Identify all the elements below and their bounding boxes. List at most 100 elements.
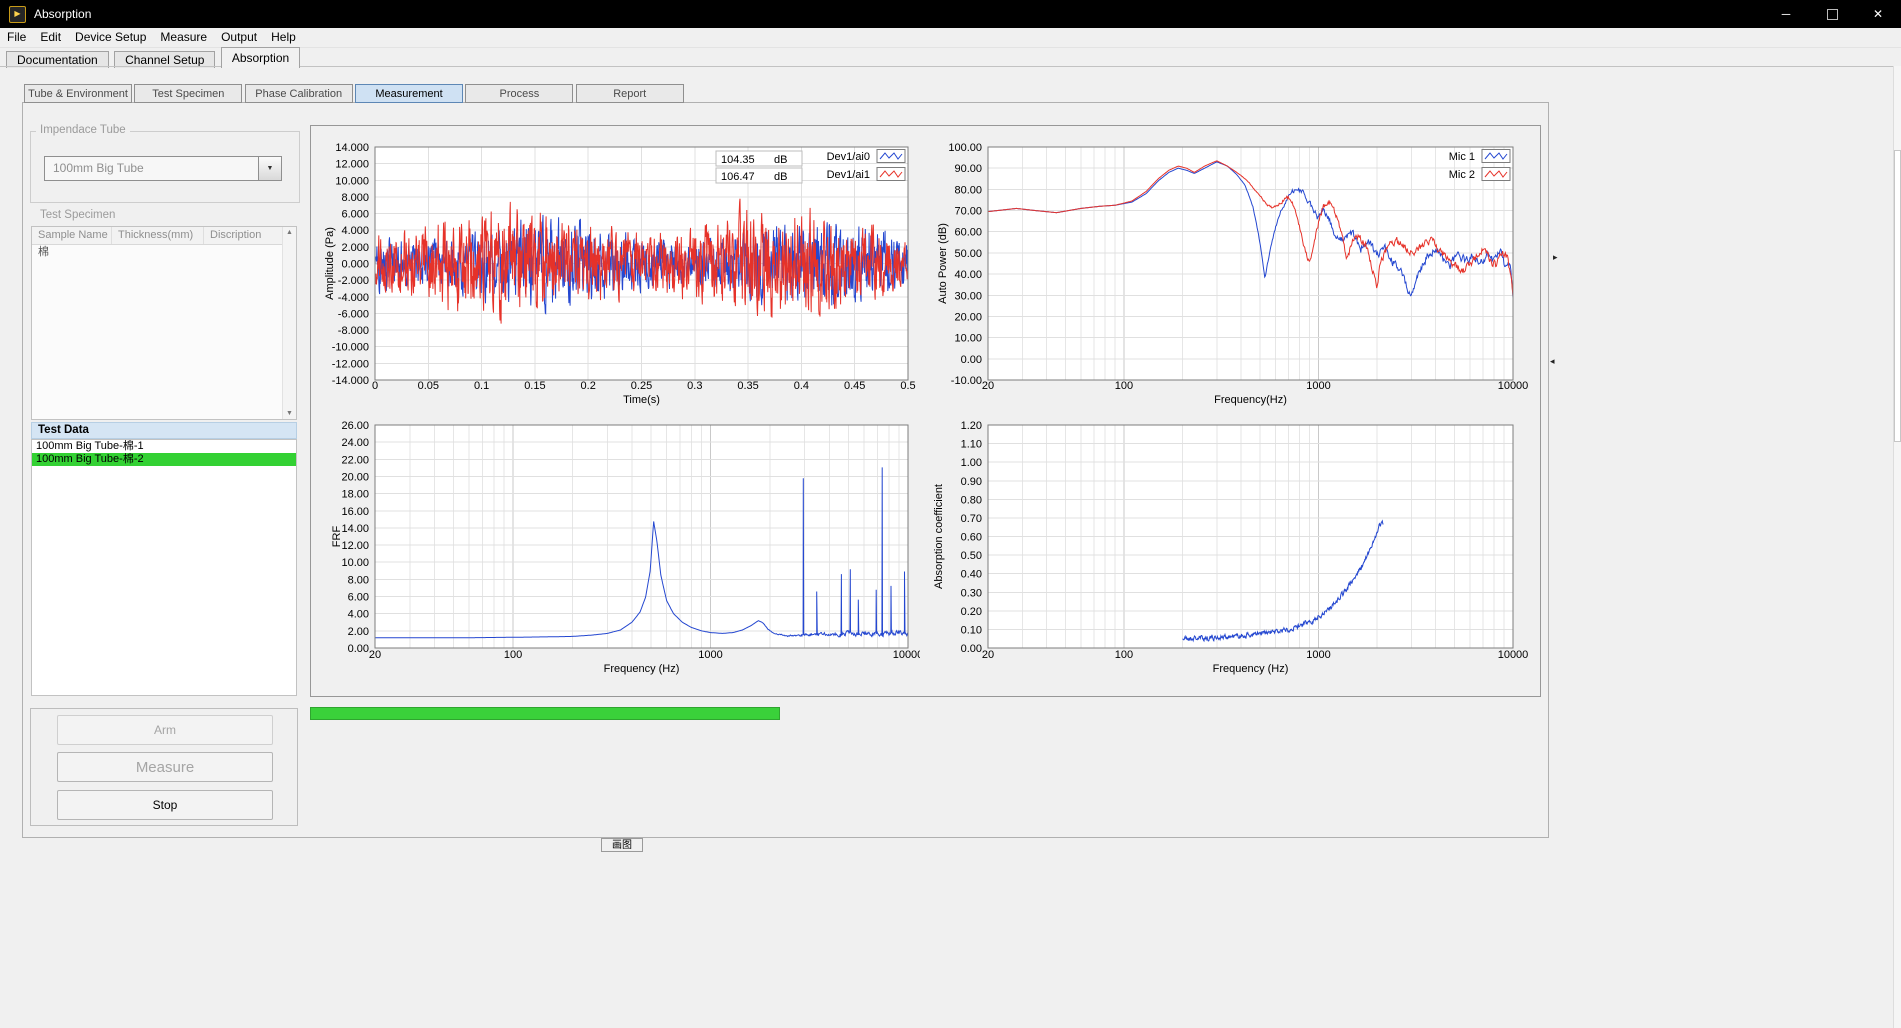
svg-text:Absorption coefficient: Absorption coefficient	[933, 484, 945, 589]
tab-draw[interactable]: 画图	[601, 838, 643, 852]
svg-text:-10.000: -10.000	[332, 342, 369, 354]
svg-text:6.000: 6.000	[341, 209, 369, 221]
menu-output[interactable]: Output	[214, 28, 264, 47]
svg-text:dB: dB	[774, 171, 787, 183]
svg-text:0.70: 0.70	[961, 513, 982, 525]
close-button[interactable]: ✕	[1855, 0, 1901, 28]
svg-text:0: 0	[372, 380, 378, 392]
svg-text:0.40: 0.40	[961, 569, 982, 581]
menu-measure[interactable]: Measure	[153, 28, 214, 47]
play-arrow-icon: ▶	[14, 10, 20, 18]
list-item[interactable]: 100mm Big Tube-棉-1	[32, 440, 296, 453]
test-data-list: 100mm Big Tube-棉-1 100mm Big Tube-棉-2	[31, 439, 297, 696]
main-tab-strip: Documentation Channel Setup Absorption	[0, 47, 1901, 67]
svg-text:0.15: 0.15	[524, 380, 545, 392]
svg-text:100: 100	[1115, 649, 1133, 661]
svg-text:-12.000: -12.000	[332, 358, 369, 370]
menu-help[interactable]: Help	[264, 28, 303, 47]
svg-text:2.00: 2.00	[348, 626, 369, 638]
svg-text:0.50: 0.50	[961, 550, 982, 562]
scroll-up-icon[interactable]: ▲	[283, 229, 296, 236]
tab-phase-calibration[interactable]: Phase Calibration	[245, 84, 353, 103]
svg-text:10000: 10000	[1498, 380, 1529, 392]
svg-text:10.00: 10.00	[341, 557, 369, 569]
vertical-scrollbar[interactable]	[1893, 66, 1901, 1028]
cell-thickness	[112, 245, 204, 260]
table-scrollbar[interactable]: ▲ ▼	[282, 227, 296, 419]
svg-text:Dev1/ai0: Dev1/ai0	[827, 151, 870, 163]
tab-tube-environment[interactable]: Tube & Environment	[24, 84, 132, 103]
pane-arrow-right-icon[interactable]: ▸	[1553, 253, 1558, 262]
svg-text:20.00: 20.00	[954, 311, 982, 323]
arm-button[interactable]: Arm	[57, 715, 273, 745]
svg-text:100.00: 100.00	[948, 142, 982, 154]
svg-text:26.00: 26.00	[341, 420, 369, 432]
minimize-button[interactable]: ─	[1763, 0, 1809, 28]
svg-text:0.000: 0.000	[341, 259, 369, 271]
svg-text:0.20: 0.20	[961, 606, 982, 618]
tab-process[interactable]: Process	[465, 84, 573, 103]
svg-text:4.000: 4.000	[341, 225, 369, 237]
svg-text:8.00: 8.00	[348, 574, 369, 586]
legend-item[interactable]: Dev1/ai0	[827, 150, 905, 164]
svg-text:dB: dB	[774, 154, 787, 166]
stop-button[interactable]: Stop	[57, 790, 273, 820]
tab-measurement[interactable]: Measurement	[355, 84, 463, 103]
tab-report[interactable]: Report	[576, 84, 684, 103]
svg-text:0.00: 0.00	[961, 354, 982, 366]
impedance-tube-value: 100mm Big Tube	[53, 157, 144, 180]
test-specimen-label: Test Specimen	[36, 209, 119, 221]
table-row[interactable]: 棉	[32, 245, 296, 260]
svg-text:10.000: 10.000	[335, 175, 369, 187]
svg-text:Time(s): Time(s)	[623, 394, 660, 406]
list-item-selected[interactable]: 100mm Big Tube-棉-2	[32, 453, 296, 466]
svg-text:100: 100	[504, 649, 522, 661]
svg-text:20.00: 20.00	[341, 471, 369, 483]
svg-text:0.90: 0.90	[961, 476, 982, 488]
test-specimen-table-header: Sample Name Thickness(mm) Discription	[32, 227, 296, 245]
absorption-coefficient-chart: 1.201.101.000.900.800.700.600.500.400.30…	[928, 411, 1540, 693]
svg-text:4.00: 4.00	[348, 609, 369, 621]
impedance-tube-label: Impendace Tube	[36, 124, 130, 136]
scrollbar-thumb[interactable]	[1894, 150, 1901, 442]
tab-test-specimen[interactable]: Test Specimen	[134, 84, 242, 103]
legend-item[interactable]: Dev1/ai1	[827, 168, 905, 182]
maximize-button[interactable]	[1809, 0, 1855, 28]
menu-file[interactable]: File	[0, 28, 33, 47]
minimize-icon: ─	[1782, 7, 1791, 21]
menu-device-setup[interactable]: Device Setup	[68, 28, 153, 47]
svg-text:FRF: FRF	[331, 526, 343, 548]
svg-text:0.1: 0.1	[474, 380, 489, 392]
svg-text:0.00: 0.00	[348, 643, 369, 655]
impedance-tube-dropdown[interactable]: 100mm Big Tube ▼	[44, 156, 282, 181]
svg-text:Mic 2: Mic 2	[1449, 169, 1475, 181]
svg-text:1.20: 1.20	[961, 420, 982, 432]
svg-text:0.4: 0.4	[794, 380, 809, 392]
pane-arrow-left-icon[interactable]: ◂	[1550, 357, 1555, 366]
application-window: ▶ Absorption ─ ✕ File Edit Device Setup …	[0, 0, 1901, 1028]
svg-text:14.000: 14.000	[335, 142, 369, 154]
svg-text:1000: 1000	[698, 649, 722, 661]
tab-absorption[interactable]: Absorption	[221, 47, 300, 68]
dropdown-arrow-icon[interactable]: ▼	[258, 157, 281, 180]
svg-text:0.30: 0.30	[961, 587, 982, 599]
test-data-header: Test Data	[31, 422, 297, 439]
menu-edit[interactable]: Edit	[33, 28, 68, 47]
title-bar: ▶ Absorption ─ ✕	[0, 0, 1901, 28]
svg-text:0.2: 0.2	[581, 380, 596, 392]
svg-text:0.35: 0.35	[737, 380, 758, 392]
svg-text:0.5: 0.5	[900, 380, 915, 392]
auto-power-chart: 100.0090.0080.0070.0060.0050.0040.0030.0…	[928, 133, 1540, 421]
svg-text:90.00: 90.00	[954, 163, 982, 175]
svg-text:12.000: 12.000	[335, 159, 369, 171]
scroll-down-icon[interactable]: ▼	[283, 410, 296, 417]
svg-text:10000: 10000	[893, 649, 920, 661]
svg-text:-4.000: -4.000	[338, 292, 369, 304]
measure-button[interactable]: Measure	[57, 752, 273, 782]
svg-text:-14.000: -14.000	[332, 375, 369, 387]
svg-text:1000: 1000	[1306, 649, 1330, 661]
svg-text:12.00: 12.00	[341, 540, 369, 552]
svg-text:0.10: 0.10	[961, 624, 982, 636]
column-thickness: Thickness(mm)	[112, 227, 204, 244]
svg-text:Mic 1: Mic 1	[1449, 151, 1475, 163]
